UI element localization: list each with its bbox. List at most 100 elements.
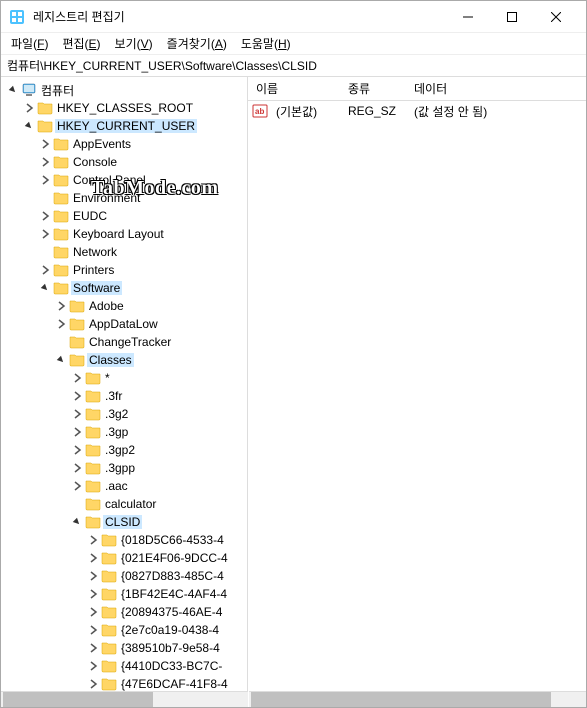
tree-label: .3gp bbox=[103, 425, 130, 439]
tree-scrollbar-horizontal[interactable] bbox=[1, 691, 248, 707]
tree-appdatalow[interactable]: AppDataLow bbox=[1, 315, 247, 333]
collapse-icon[interactable] bbox=[21, 121, 37, 131]
minimize-button[interactable] bbox=[446, 2, 490, 32]
close-button[interactable] bbox=[534, 2, 578, 32]
expand-icon[interactable] bbox=[37, 265, 53, 275]
tree-clsid-child-6[interactable]: {389510b7-9e58-4 bbox=[1, 639, 247, 657]
tree-label: calculator bbox=[103, 497, 158, 511]
expand-icon[interactable] bbox=[85, 553, 101, 563]
expand-icon[interactable] bbox=[53, 301, 69, 311]
tree-controlpanel[interactable]: Control Panel bbox=[1, 171, 247, 189]
tree-label: Network bbox=[71, 245, 119, 259]
tree-appevents[interactable]: AppEvents bbox=[1, 135, 247, 153]
tree-label: .3fr bbox=[103, 389, 124, 403]
tree-label: .3g2 bbox=[103, 407, 130, 421]
collapse-icon[interactable] bbox=[37, 283, 53, 293]
expand-icon[interactable] bbox=[37, 211, 53, 221]
expand-icon[interactable] bbox=[37, 175, 53, 185]
tree-3gp[interactable]: .3gp bbox=[1, 423, 247, 441]
expand-icon[interactable] bbox=[37, 229, 53, 239]
column-header-type[interactable]: 종류 bbox=[340, 77, 406, 101]
tree-clsid-child-7[interactable]: {4410DC33-BC7C- bbox=[1, 657, 247, 675]
tree-calculator[interactable]: calculator bbox=[1, 495, 247, 513]
expand-icon[interactable] bbox=[69, 391, 85, 401]
tree-hkcu[interactable]: HKEY_CURRENT_USER bbox=[1, 117, 247, 135]
column-header-name[interactable]: 이름 bbox=[248, 77, 340, 101]
tree-label: Control Panel bbox=[71, 173, 148, 187]
tree-pane[interactable]: 컴퓨터HKEY_CLASSES_ROOTHKEY_CURRENT_USER App… bbox=[1, 77, 248, 707]
tree-label: Adobe bbox=[87, 299, 126, 313]
tree-root-computer[interactable]: 컴퓨터 bbox=[1, 81, 247, 99]
tree-label: AppEvents bbox=[71, 137, 133, 151]
collapse-icon[interactable] bbox=[53, 355, 69, 365]
expand-icon[interactable] bbox=[85, 643, 101, 653]
list-scrollbar-horizontal[interactable] bbox=[249, 691, 586, 707]
tree-label: {389510b7-9e58-4 bbox=[119, 641, 222, 655]
expand-icon[interactable] bbox=[85, 679, 101, 689]
tree-keyboardlayout[interactable]: Keyboard Layout bbox=[1, 225, 247, 243]
expand-icon[interactable] bbox=[37, 139, 53, 149]
tree-3fr[interactable]: .3fr bbox=[1, 387, 247, 405]
list-pane[interactable]: 이름 종류 데이터 (기본값) REG_SZ (값 설정 안 됨) bbox=[248, 77, 586, 707]
tree-printers[interactable]: Printers bbox=[1, 261, 247, 279]
collapse-icon[interactable] bbox=[69, 517, 85, 527]
expand-icon[interactable] bbox=[69, 427, 85, 437]
menu-view[interactable]: 보기(V) bbox=[109, 33, 159, 54]
tree-hkcr[interactable]: HKEY_CLASSES_ROOT bbox=[1, 99, 247, 117]
expand-icon[interactable] bbox=[69, 445, 85, 455]
tree-clsid[interactable]: CLSID bbox=[1, 513, 247, 531]
tree-adobe[interactable]: Adobe bbox=[1, 297, 247, 315]
tree-console[interactable]: Console bbox=[1, 153, 247, 171]
expand-icon[interactable] bbox=[85, 607, 101, 617]
column-header-data[interactable]: 데이터 bbox=[406, 77, 586, 101]
tree-software[interactable]: Software bbox=[1, 279, 247, 297]
tree-aac[interactable]: .aac bbox=[1, 477, 247, 495]
expand-icon[interactable] bbox=[69, 373, 85, 383]
expand-icon[interactable] bbox=[69, 409, 85, 419]
address-bar[interactable]: 컴퓨터\HKEY_CURRENT_USER\Software\Classes\C… bbox=[1, 55, 586, 77]
content: 컴퓨터HKEY_CLASSES_ROOTHKEY_CURRENT_USER App… bbox=[1, 77, 586, 707]
expand-icon[interactable] bbox=[69, 463, 85, 473]
tree-clsid-child-5[interactable]: {2e7c0a19-0438-4 bbox=[1, 621, 247, 639]
tree-clsid-child-1[interactable]: {021E4F06-9DCC-4 bbox=[1, 549, 247, 567]
tree-star[interactable]: * bbox=[1, 369, 247, 387]
expand-icon[interactable] bbox=[37, 157, 53, 167]
regedit-icon bbox=[9, 9, 25, 25]
maximize-button[interactable] bbox=[490, 2, 534, 32]
expand-icon[interactable] bbox=[85, 571, 101, 581]
tree-3gpp[interactable]: .3gpp bbox=[1, 459, 247, 477]
expand-icon[interactable] bbox=[85, 625, 101, 635]
expand-icon[interactable] bbox=[21, 103, 37, 113]
tree-label: {018D5C66-4533-4 bbox=[119, 533, 226, 547]
tree-clsid-child-4[interactable]: {20894375-46AE-4 bbox=[1, 603, 247, 621]
tree-label: {1BF42E4C-4AF4-4 bbox=[119, 587, 229, 601]
expand-icon[interactable] bbox=[85, 535, 101, 545]
expand-icon[interactable] bbox=[69, 481, 85, 491]
tree-3gp2[interactable]: .3gp2 bbox=[1, 441, 247, 459]
collapse-icon[interactable] bbox=[5, 85, 21, 95]
tree-label: Classes bbox=[87, 353, 134, 367]
tree-environment[interactable]: Environment bbox=[1, 189, 247, 207]
expand-icon[interactable] bbox=[85, 589, 101, 599]
tree-eudc[interactable]: EUDC bbox=[1, 207, 247, 225]
window-title: 레지스트리 편집기 bbox=[33, 8, 446, 25]
tree-network[interactable]: Network bbox=[1, 243, 247, 261]
titlebar: 레지스트리 편집기 bbox=[1, 1, 586, 33]
menu-help[interactable]: 도움말(H) bbox=[235, 33, 297, 54]
tree-changetracker[interactable]: ChangeTracker bbox=[1, 333, 247, 351]
menu-edit[interactable]: 편집(E) bbox=[56, 33, 106, 54]
list-row[interactable]: (기본값) REG_SZ (값 설정 안 됨) bbox=[248, 101, 586, 121]
tree-clsid-child-2[interactable]: {0827D883-485C-4 bbox=[1, 567, 247, 585]
tree-label: {20894375-46AE-4 bbox=[119, 605, 224, 619]
tree-label: {2e7c0a19-0438-4 bbox=[119, 623, 221, 637]
expand-icon[interactable] bbox=[53, 319, 69, 329]
tree-classes[interactable]: Classes bbox=[1, 351, 247, 369]
menu-file[interactable]: 파일(F) bbox=[5, 33, 54, 54]
tree-label: .3gpp bbox=[103, 461, 137, 475]
tree-clsid-child-3[interactable]: {1BF42E4C-4AF4-4 bbox=[1, 585, 247, 603]
menu-favorites[interactable]: 즐겨찾기(A) bbox=[161, 33, 233, 54]
tree-clsid-child-0[interactable]: {018D5C66-4533-4 bbox=[1, 531, 247, 549]
expand-icon[interactable] bbox=[85, 661, 101, 671]
tree-label: AppDataLow bbox=[87, 317, 160, 331]
tree-3g2[interactable]: .3g2 bbox=[1, 405, 247, 423]
